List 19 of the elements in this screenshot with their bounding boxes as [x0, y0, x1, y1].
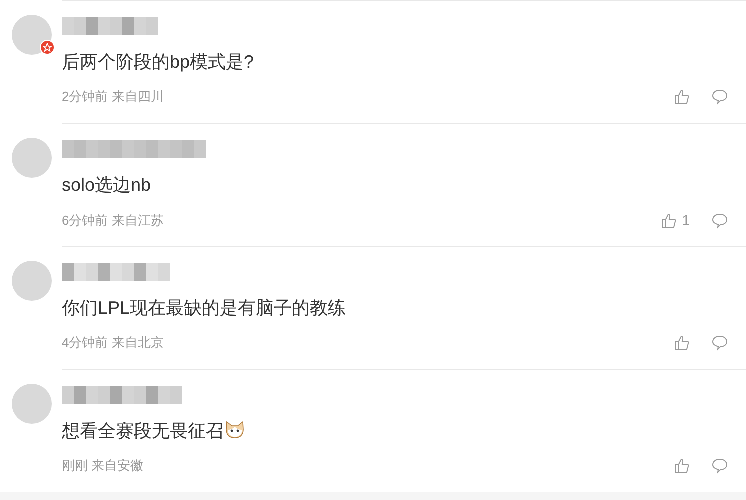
comment-icon[interactable]	[712, 88, 728, 105]
comment-meta: 2分钟前 来自四川	[62, 88, 164, 106]
comment-text: solo选边nb	[62, 174, 152, 197]
thumbs-up-icon[interactable]	[661, 212, 678, 228]
thumbs-up-icon[interactable]	[674, 88, 690, 105]
comment-icon[interactable]	[712, 458, 728, 474]
thumbs-up-icon[interactable]	[674, 458, 690, 474]
like-count: 1	[682, 211, 690, 230]
comment-text: 后两个阶段的bp模式是?	[62, 51, 256, 74]
comment-meta: 刚刚 来自安徽	[62, 457, 144, 475]
comment-text: 你们LPL现在最缺的是有脑子的教练	[62, 297, 348, 320]
thumbs-up-icon[interactable]	[674, 334, 690, 351]
comment-meta: 4分钟前 来自北京	[62, 334, 164, 352]
comment-text: 想看全赛段无畏征召	[62, 419, 728, 443]
comment-icon[interactable]	[712, 334, 728, 351]
cat-face-icon	[225, 421, 245, 439]
comment-icon[interactable]	[712, 212, 728, 228]
user-avatar[interactable]	[12, 15, 52, 55]
comment-meta: 6分钟前 来自江苏	[62, 212, 164, 230]
